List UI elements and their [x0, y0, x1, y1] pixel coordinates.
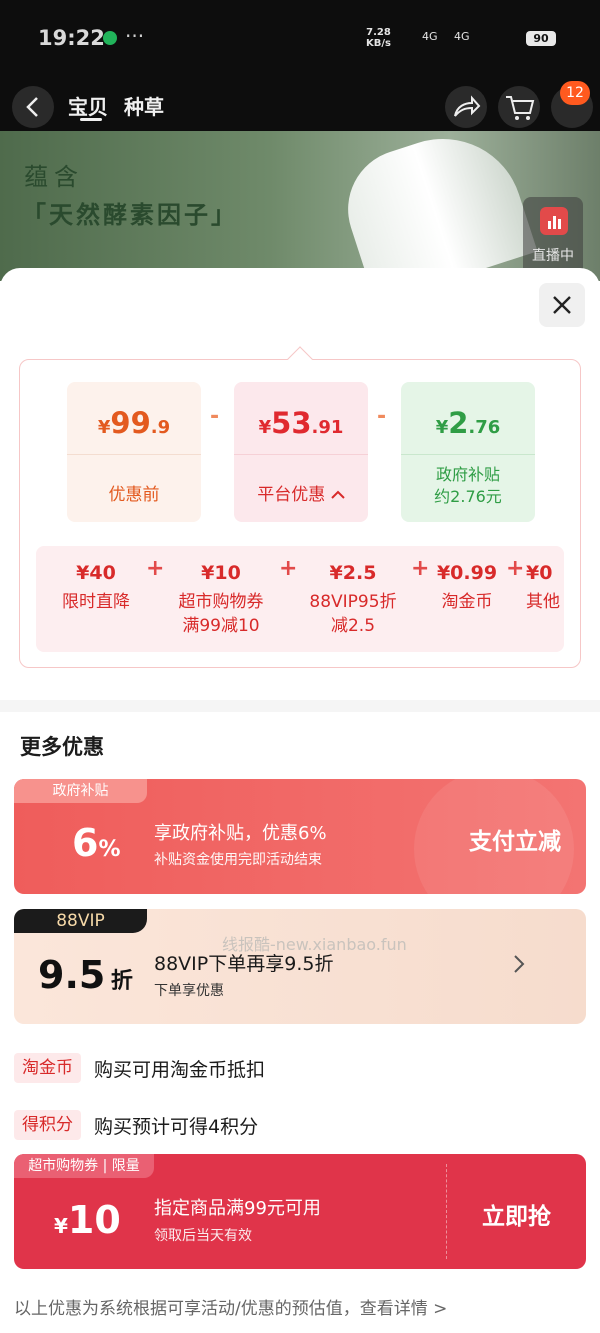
- minus-sign: -: [210, 404, 220, 429]
- share-button[interactable]: [445, 86, 487, 128]
- vip-offer-card[interactable]: 88VIP 线报酷-new.xianbao.fun 9.5 折 88VIP下单再…: [14, 909, 586, 1024]
- hero-caption-line1: 蕴含: [24, 163, 84, 191]
- gov-subsidy-label: 政府补贴 约2.76元: [434, 465, 502, 506]
- cart-icon: [506, 96, 535, 120]
- detail-item: ¥0.99 淘金币: [436, 562, 498, 612]
- back-button[interactable]: [12, 86, 54, 128]
- signal-4g-2: 4G: [454, 30, 470, 43]
- status-bar: 19:22 ··· 7.28 KB/s 4G 4G 90: [0, 0, 600, 78]
- platform-discount-amount: ¥53.91: [258, 406, 344, 440]
- coupon-condition: 指定商品满99元可用: [154, 1198, 321, 1219]
- price-before-label: 优惠前: [108, 485, 160, 505]
- platform-discount-label: 平台优惠: [234, 480, 368, 505]
- gov-offer-title: 享政府补贴，优惠6%: [154, 823, 327, 844]
- plus-sign: +: [279, 556, 298, 581]
- chevron-right-icon: [514, 955, 525, 973]
- detail-item: ¥2.5 88VIP95折 减2.5: [309, 562, 397, 636]
- share-icon: [454, 95, 481, 117]
- detail-item: ¥40 限时直降: [62, 562, 130, 612]
- vip-tag: 88VIP: [14, 909, 147, 933]
- vip-offer-title: 88VIP下单再享9.5折: [154, 953, 334, 975]
- live-label: 直播中: [532, 248, 574, 264]
- gov-subsidy-offer-card[interactable]: 政府补贴 6% 享政府补贴，优惠6% 补贴资金使用完即活动结束 支付立减: [14, 779, 586, 894]
- supermarket-coupon-card: 超市购物券 | 限量 ¥10 指定商品满99元可用 领取后当天有效 立即抢: [14, 1154, 586, 1269]
- tab-review[interactable]: 种草: [124, 91, 164, 120]
- vip-discount-value: 9.5 折: [38, 953, 133, 997]
- plus-sign: +: [411, 556, 430, 581]
- live-bars-icon: [540, 207, 568, 235]
- section-divider: [0, 700, 600, 712]
- footer-disclaimer-link[interactable]: 以上优惠为系统根据可享活动/优惠的预估值，查看详情 >: [14, 1294, 447, 1319]
- network-rate-unit: KB/s: [366, 38, 391, 49]
- battery-icon: 90: [526, 31, 556, 46]
- vip-offer-subtitle: 下单享优惠: [154, 983, 224, 999]
- more-offers-title: 更多优惠: [20, 735, 104, 759]
- detail-item: ¥10 超市购物券 满99减10: [178, 562, 264, 636]
- status-time: 19:22: [38, 26, 105, 50]
- minus-sign: -: [377, 404, 387, 429]
- close-icon: [553, 296, 571, 314]
- coupon-validity: 领取后当天有效: [154, 1228, 252, 1244]
- taojinbi-chip: 淘金币: [14, 1053, 81, 1083]
- points-chip: 得积分: [14, 1110, 81, 1140]
- plus-sign: +: [146, 556, 165, 581]
- close-button[interactable]: [539, 283, 585, 327]
- detail-item: ¥0 其他: [526, 562, 560, 612]
- taojinbi-row: 淘金币 购买可用淘金币抵扣: [14, 1053, 586, 1083]
- hero-caption-line2: 「天然酵素因子」: [22, 200, 238, 229]
- product-bottle-image: [332, 131, 538, 281]
- gov-offer-subtitle: 补贴资金使用完即活动结束: [154, 852, 322, 868]
- wechat-notification-icon: [103, 31, 117, 45]
- gov-subsidy-tag: 政府补贴: [14, 779, 147, 803]
- more-notifications-icon: ···: [125, 24, 145, 48]
- chevron-up-icon: [330, 490, 345, 499]
- gov-subsidy-percent: 6%: [72, 821, 121, 865]
- product-hero-image: 蕴含 「天然酵素因子」 直播中: [0, 131, 600, 281]
- points-text: 购买预计可得4积分: [94, 1116, 259, 1138]
- signal-4g-1: 4G: [422, 30, 438, 43]
- coupon-divider: [446, 1164, 447, 1259]
- gov-subsidy-amount: ¥2.76: [435, 406, 501, 440]
- price-before-amount: ¥99.9: [97, 406, 171, 440]
- tab-indicator: [80, 118, 102, 121]
- cart-count-badge: 12: [560, 81, 590, 105]
- cart-button[interactable]: [498, 86, 540, 128]
- pay-discount-button[interactable]: 支付立减: [469, 822, 561, 856]
- network-rate: 7.28 KB/s: [366, 27, 391, 49]
- network-rate-value: 7.28: [366, 27, 391, 38]
- grab-coupon-button[interactable]: 立即抢: [482, 1197, 551, 1231]
- points-row: 得积分 购买预计可得4积分: [14, 1110, 586, 1140]
- back-arrow-icon: [26, 97, 38, 117]
- tab-item[interactable]: 宝贝: [68, 91, 108, 120]
- price-before-card: ¥99.9 优惠前: [67, 382, 201, 522]
- platform-discount-card[interactable]: ¥53.91 平台优惠: [234, 382, 368, 522]
- top-nav: 宝贝 种草 12: [0, 78, 600, 131]
- gov-subsidy-card: ¥2.76 政府补贴 约2.76元: [401, 382, 535, 522]
- platform-discount-details: ¥40 限时直降 + ¥10 超市购物券 满99减10 + ¥2.5 88VIP9…: [36, 546, 564, 652]
- plus-sign: +: [506, 556, 525, 581]
- app-root: 19:22 ··· 7.28 KB/s 4G 4G 90 宝贝 种草 12 蕴含…: [0, 0, 600, 1333]
- coupon-amount: ¥10: [54, 1198, 121, 1242]
- live-stream-button[interactable]: 直播中: [523, 197, 583, 277]
- coupon-tag: 超市购物券 | 限量: [14, 1154, 154, 1178]
- taojinbi-text: 购买可用淘金币抵扣: [94, 1059, 266, 1081]
